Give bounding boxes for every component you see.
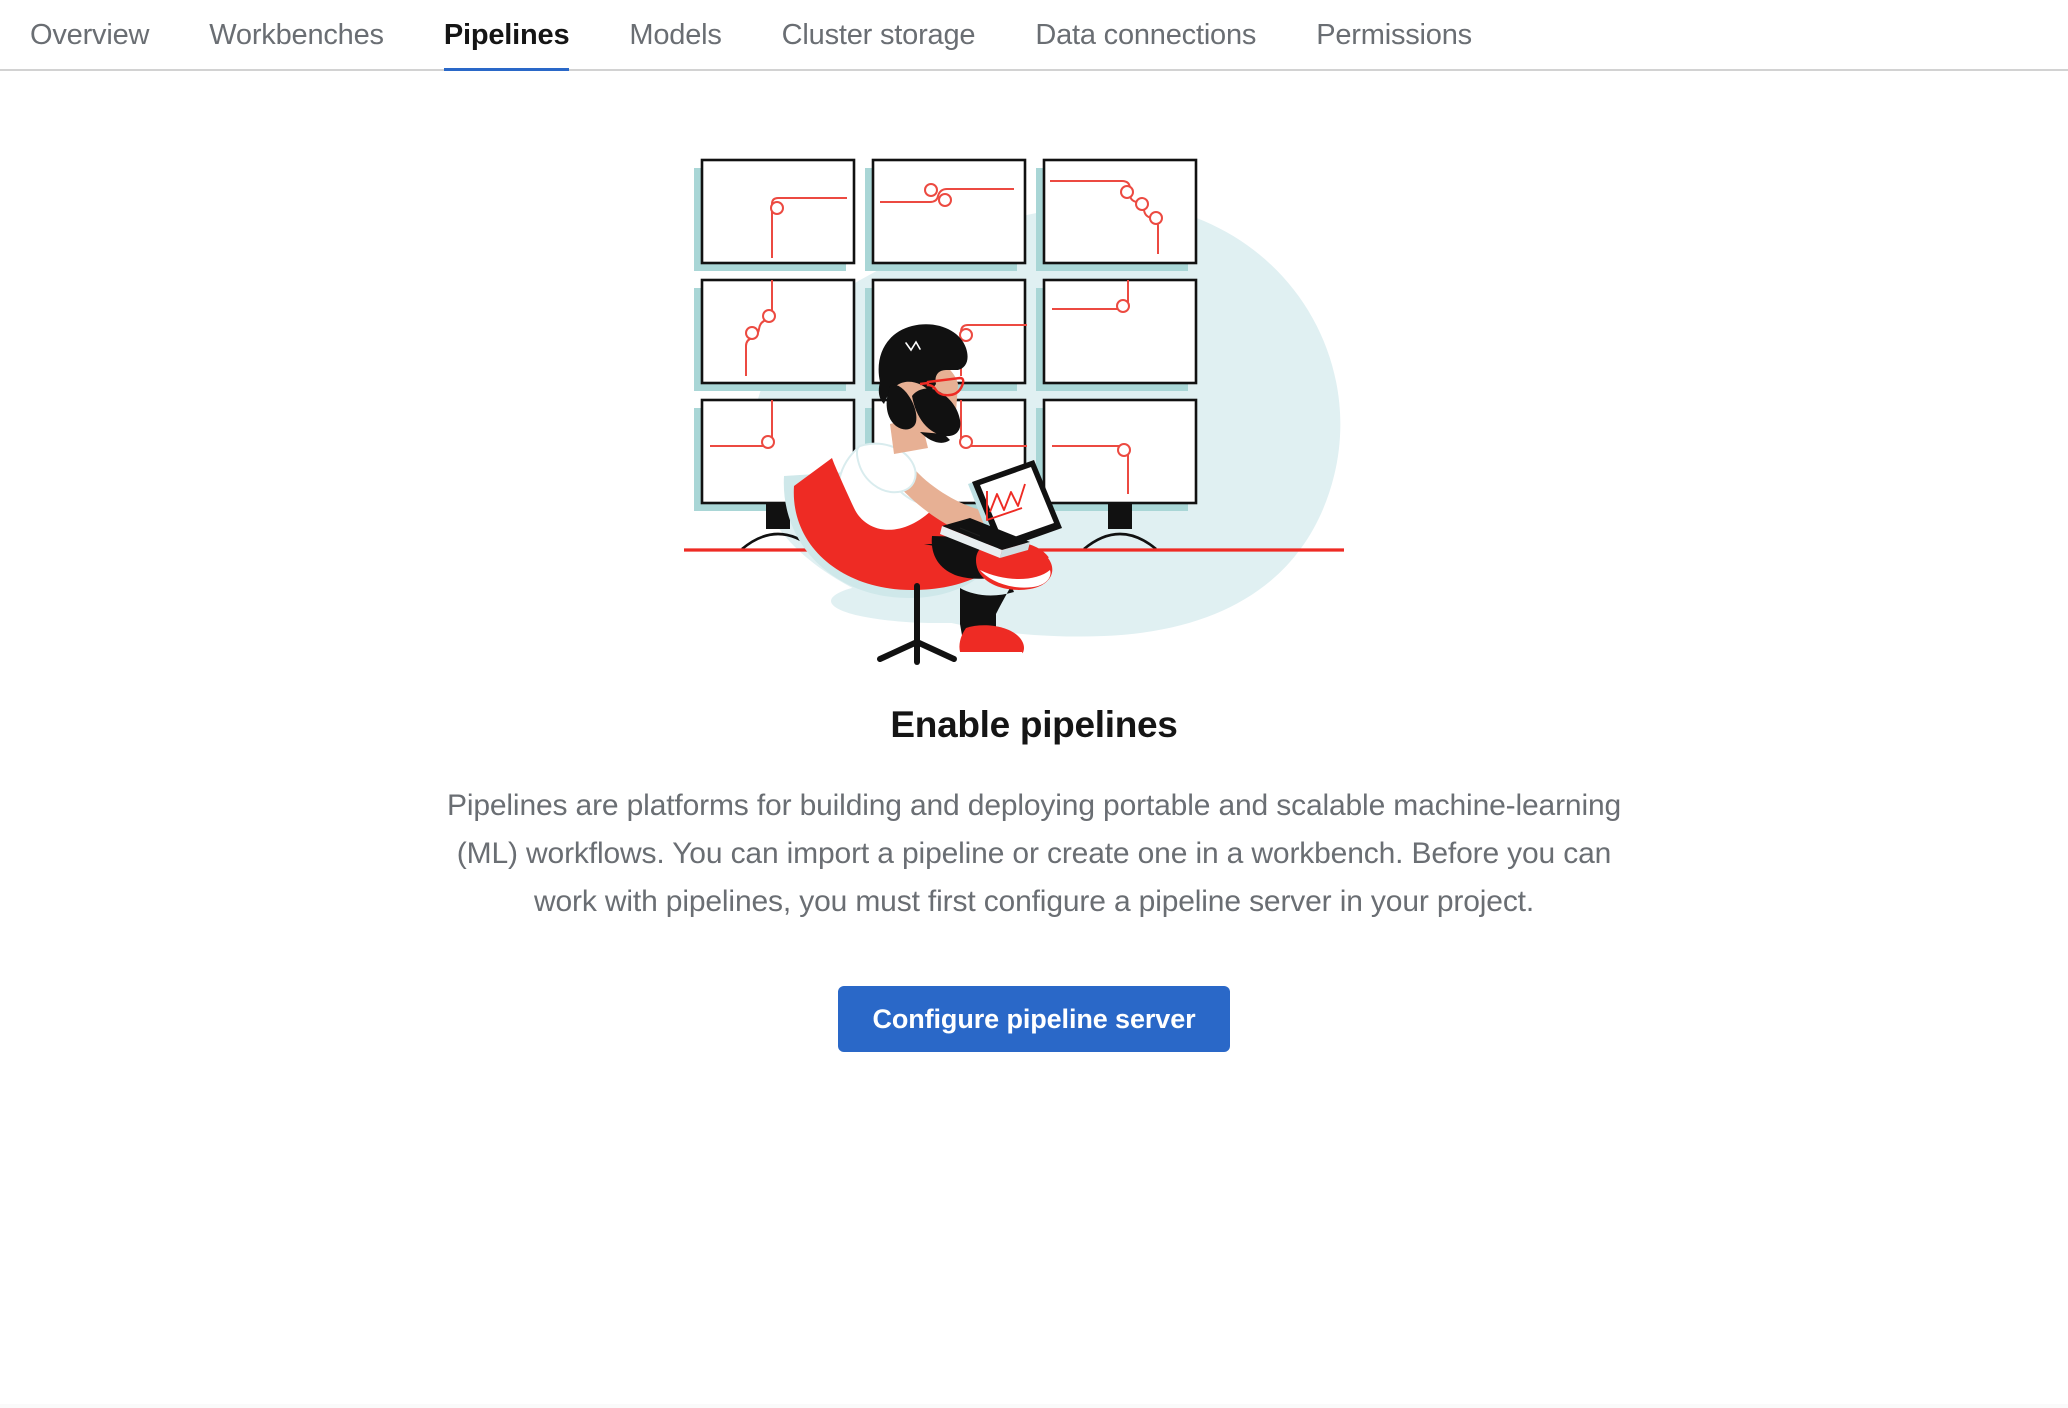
tab-models[interactable]: Models — [599, 0, 751, 71]
tab-overview[interactable]: Overview — [0, 0, 179, 71]
configure-pipeline-server-button[interactable]: Configure pipeline server — [838, 986, 1230, 1052]
tab-data-connections[interactable]: Data connections — [1005, 0, 1286, 71]
pipelines-empty-state: Enable pipelines Pipelines are platforms… — [0, 71, 2068, 1408]
tab-label: Cluster storage — [781, 19, 976, 51]
page-bottom-edge — [0, 1404, 2068, 1408]
empty-state-title: Enable pipelines — [890, 704, 1178, 745]
tab-label: Data connections — [1035, 19, 1257, 51]
tab-label: Models — [629, 19, 722, 51]
project-tab-bar: Overview Workbenches Pipelines Models Cl… — [0, 0, 2068, 73]
person-at-monitor-wall-illustration — [684, 146, 1384, 666]
tab-cluster-storage[interactable]: Cluster storage — [752, 0, 1006, 71]
tab-label: Overview — [30, 19, 150, 51]
tab-pipelines[interactable]: Pipelines — [414, 0, 600, 73]
tab-label: Workbenches — [209, 19, 384, 51]
tab-label: Pipelines — [443, 19, 570, 51]
tab-workbenches[interactable]: Workbenches — [179, 0, 414, 71]
tab-permissions[interactable]: Permissions — [1286, 0, 1502, 71]
empty-state-description: Pipelines are platforms for building and… — [446, 789, 1622, 918]
tab-label: Permissions — [1316, 19, 1472, 51]
